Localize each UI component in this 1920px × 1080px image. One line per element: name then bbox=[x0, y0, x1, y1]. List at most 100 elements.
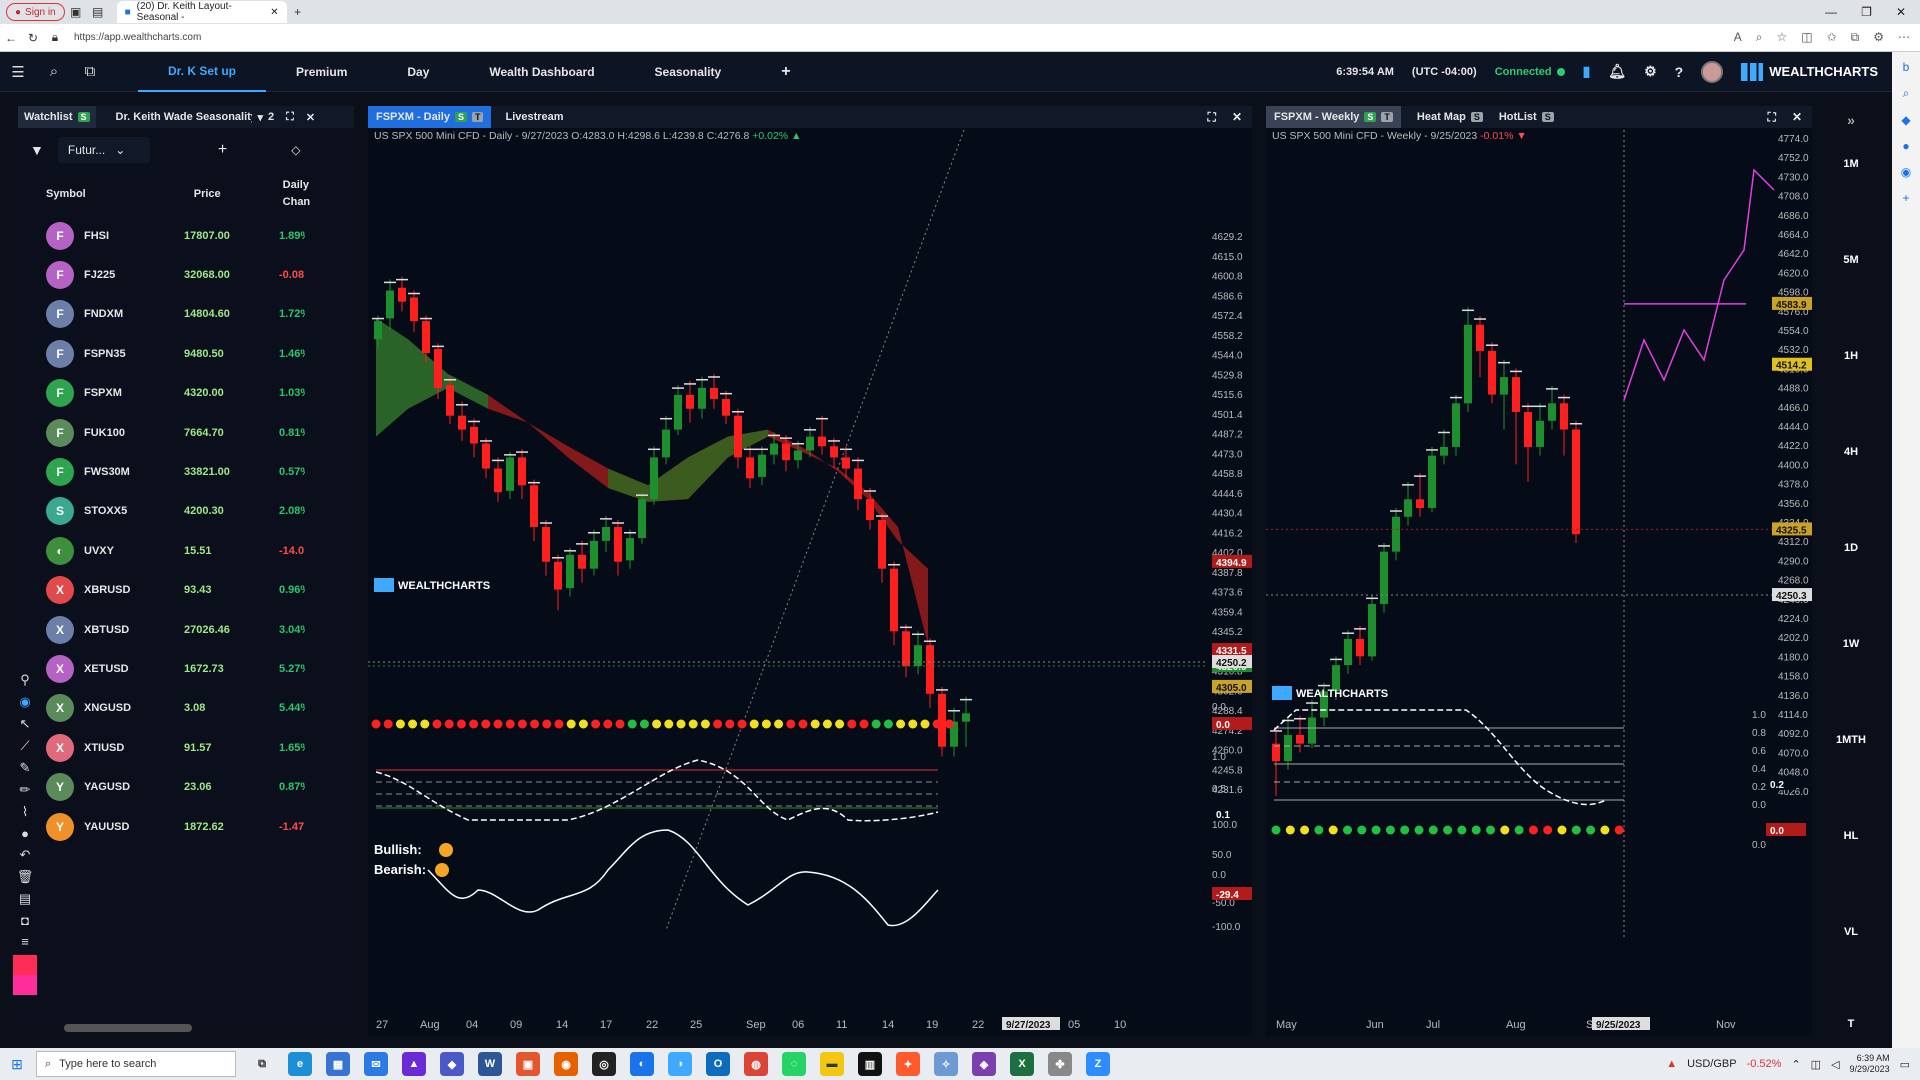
tab-hotlist[interactable]: HotList S bbox=[1491, 106, 1562, 128]
timeframe-1m[interactable]: 1M bbox=[1843, 158, 1858, 170]
app-icon-3[interactable]: ▣ bbox=[516, 1052, 540, 1076]
watchlist-row-stoxx5[interactable]: S STOXX5 4200.30 2.08% bbox=[18, 492, 354, 531]
tab-fspxm-daily[interactable]: FSPXM - Daily S T bbox=[368, 106, 492, 128]
watchlist-row-yauusd[interactable]: Y YAUUSD 1872.62 -1.47 bbox=[18, 807, 354, 846]
brush-icon[interactable]: ⌇ bbox=[22, 804, 28, 820]
bell-icon[interactable]: 🔔︎ bbox=[1608, 63, 1626, 80]
daily-chart[interactable]: 4629.2 4615.0 4600.8 4586.6 4572.4 4558.2 4544… bbox=[368, 130, 1252, 1036]
dot-icon[interactable]: ● bbox=[21, 826, 29, 841]
help-icon[interactable]: ? bbox=[1675, 64, 1684, 80]
refresh-icon[interactable]: ↻ bbox=[22, 29, 44, 47]
split-icon[interactable]: ◫ bbox=[1801, 30, 1812, 45]
watchlist-row-fspxm[interactable]: F FSPXM 4320.00 1.03% bbox=[18, 374, 354, 413]
watchlist-row-fspn35[interactable]: F FSPN35 9480.50 1.46% bbox=[18, 334, 354, 373]
maximize-icon[interactable]: ⛶ bbox=[1208, 110, 1216, 125]
eraser-icon[interactable]: ◇ bbox=[291, 143, 300, 157]
search-sidebar-icon[interactable]: ⌕ bbox=[1903, 86, 1910, 101]
bookmark-icon[interactable]: ▮ bbox=[1583, 63, 1591, 80]
app-icon-2[interactable]: ◆ bbox=[440, 1052, 464, 1076]
windows-start-icon[interactable]: ⊞ bbox=[6, 1055, 28, 1073]
add-symbol-icon[interactable]: + bbox=[218, 141, 227, 159]
tab-actions-icon[interactable]: ▤ bbox=[87, 3, 109, 21]
bing-icon[interactable]: b bbox=[1903, 60, 1910, 74]
close-window-icon[interactable]: ✕ bbox=[1896, 5, 1906, 19]
tab-count-dropdown[interactable]: ▾ 2 bbox=[252, 106, 281, 128]
explorer-app-icon[interactable]: ▬ bbox=[820, 1052, 844, 1076]
list-icon[interactable]: ≡ bbox=[21, 934, 29, 949]
watchlist-row-fj225[interactable]: F FJ225 32068.00 -0.08 bbox=[18, 255, 354, 294]
watchlist-row-yagusd[interactable]: Y YAGUSD 23.06 0.87% bbox=[18, 767, 354, 806]
timeframe-1d[interactable]: 1D bbox=[1844, 542, 1858, 554]
watchlist-row-uvxy[interactable]: ◐ UVXY 15.51 -14.0 bbox=[18, 531, 354, 570]
more-icon[interactable]: ⋯ bbox=[1898, 30, 1910, 45]
tab-day[interactable]: Day bbox=[377, 52, 459, 92]
menu-icon[interactable]: ☰ bbox=[0, 63, 36, 81]
minimize-icon[interactable]: — bbox=[1825, 5, 1837, 19]
mail-app-icon[interactable]: ✉ bbox=[364, 1052, 388, 1076]
network-icon[interactable]: ◫ bbox=[1811, 1058, 1821, 1071]
watchlist-row-fws30m[interactable]: F FWS30M 33821.00 0.57% bbox=[18, 452, 354, 491]
app-icon-4[interactable]: ◎ bbox=[592, 1052, 616, 1076]
app-icon-8[interactable]: ✦ bbox=[896, 1052, 920, 1076]
timeframe-1h[interactable]: 1H bbox=[1844, 350, 1858, 362]
watchlist-row-xngusd[interactable]: X XNGUSD 3.08 5.44% bbox=[18, 689, 354, 728]
app-icon-5[interactable]: ◐ bbox=[630, 1052, 654, 1076]
watchlist-row-xbtusd[interactable]: X XBTUSD 27026.46 3.04% bbox=[18, 610, 354, 649]
watchlist-row-fuk100[interactable]: F FUK100 7664.70 0.81% bbox=[18, 413, 354, 452]
word-app-icon[interactable]: W bbox=[478, 1052, 502, 1076]
search-icon[interactable]: ⌕ bbox=[36, 63, 72, 80]
timeframe-vl[interactable]: VL bbox=[1844, 926, 1858, 938]
store-app-icon[interactable]: ▦ bbox=[326, 1052, 350, 1076]
taskbar-search-input[interactable]: ⌕ Type here to search bbox=[36, 1051, 236, 1077]
horizontal-scrollbar[interactable] bbox=[64, 1024, 192, 1032]
collapse-chevron-icon[interactable]: » bbox=[1847, 112, 1855, 128]
app-icon-1[interactable]: ▲ bbox=[402, 1052, 426, 1076]
ruler-icon[interactable]: ✎ bbox=[20, 760, 31, 776]
zoom-app-icon[interactable]: Z bbox=[1086, 1052, 1110, 1076]
avatar[interactable] bbox=[1701, 60, 1724, 83]
extensions-icon[interactable]: ⚙ bbox=[1873, 30, 1884, 45]
trash-icon[interactable]: 🗑︎ bbox=[17, 869, 34, 885]
chrome-app-icon[interactable]: ◍ bbox=[744, 1052, 768, 1076]
pencil-icon[interactable]: ✏ bbox=[20, 782, 31, 798]
close-icon[interactable]: ✕ bbox=[1792, 110, 1802, 125]
watchlist-row-xetusd[interactable]: X XETUSD 1672.73 5.27% bbox=[18, 649, 354, 688]
close-icon[interactable]: ✕ bbox=[300, 106, 321, 128]
col-daily-change[interactable]: Daily Chan bbox=[283, 177, 311, 211]
watchlist-row-fhsi[interactable]: F FHSI 17807.00 1.89% bbox=[18, 216, 354, 255]
collections-icon[interactable]: ⧉ bbox=[1851, 30, 1860, 45]
maximize-icon[interactable]: ⛶ bbox=[280, 106, 300, 128]
cursor-icon[interactable]: ↖ bbox=[20, 716, 31, 732]
camera-icon[interactable]: ◘ bbox=[21, 913, 29, 928]
layers-icon[interactable]: ▤ bbox=[19, 891, 31, 907]
tab-fspxm-weekly[interactable]: FSPXM - Weekly S T bbox=[1266, 106, 1401, 128]
tray-chevron-icon[interactable]: ⌃ bbox=[1791, 1058, 1800, 1071]
col-price[interactable]: Price bbox=[194, 188, 221, 200]
timeframe-1w[interactable]: 1W bbox=[1843, 638, 1860, 650]
restore-icon[interactable]: ❐ bbox=[1861, 5, 1872, 19]
timeframe-t[interactable]: T bbox=[1848, 1018, 1855, 1030]
timeframe-4h[interactable]: 4H bbox=[1844, 446, 1858, 458]
tab-dr-k-set-up[interactable]: Dr. K Set up bbox=[138, 52, 267, 92]
col-symbol[interactable]: Symbol bbox=[46, 188, 86, 200]
color-swatch[interactable] bbox=[13, 955, 37, 995]
pin-icon[interactable]: ⚲ bbox=[20, 672, 30, 688]
add-tab-button[interactable]: + bbox=[751, 52, 820, 92]
layouts-icon[interactable]: ⧉ bbox=[72, 63, 108, 80]
watchlist-row-xbrusd[interactable]: X XBRUSD 93.43 0.96% bbox=[18, 571, 354, 610]
app-icon-7[interactable]: ▥ bbox=[858, 1052, 882, 1076]
filter-icon[interactable]: ▼ bbox=[30, 142, 44, 158]
watchlist-row-fndxm[interactable]: F FNDXM 14804.60 1.72% bbox=[18, 295, 354, 334]
tab-premium[interactable]: Premium bbox=[266, 52, 377, 92]
favorites-icon[interactable]: ✩ bbox=[1827, 30, 1837, 45]
trendline-icon[interactable]: ⟋ bbox=[20, 738, 29, 754]
tab-seasonality[interactable]: Seasonality bbox=[625, 52, 752, 92]
app-icon-10[interactable]: ◈ bbox=[972, 1052, 996, 1076]
browser-tab-active[interactable]: ■ (20) Dr. Keith Layout-Seasonal - ✕ bbox=[116, 1, 287, 23]
notifications-icon[interactable]: ▭ bbox=[1900, 1058, 1910, 1071]
close-icon[interactable]: ✕ bbox=[1232, 110, 1242, 125]
tab-wealth-dashboard[interactable]: Wealth Dashboard bbox=[459, 52, 624, 92]
workspaces-icon[interactable]: ▣ bbox=[65, 3, 87, 21]
task-view-icon[interactable]: ⧉ bbox=[250, 1052, 274, 1076]
app-icon-6[interactable]: ◑ bbox=[668, 1052, 692, 1076]
